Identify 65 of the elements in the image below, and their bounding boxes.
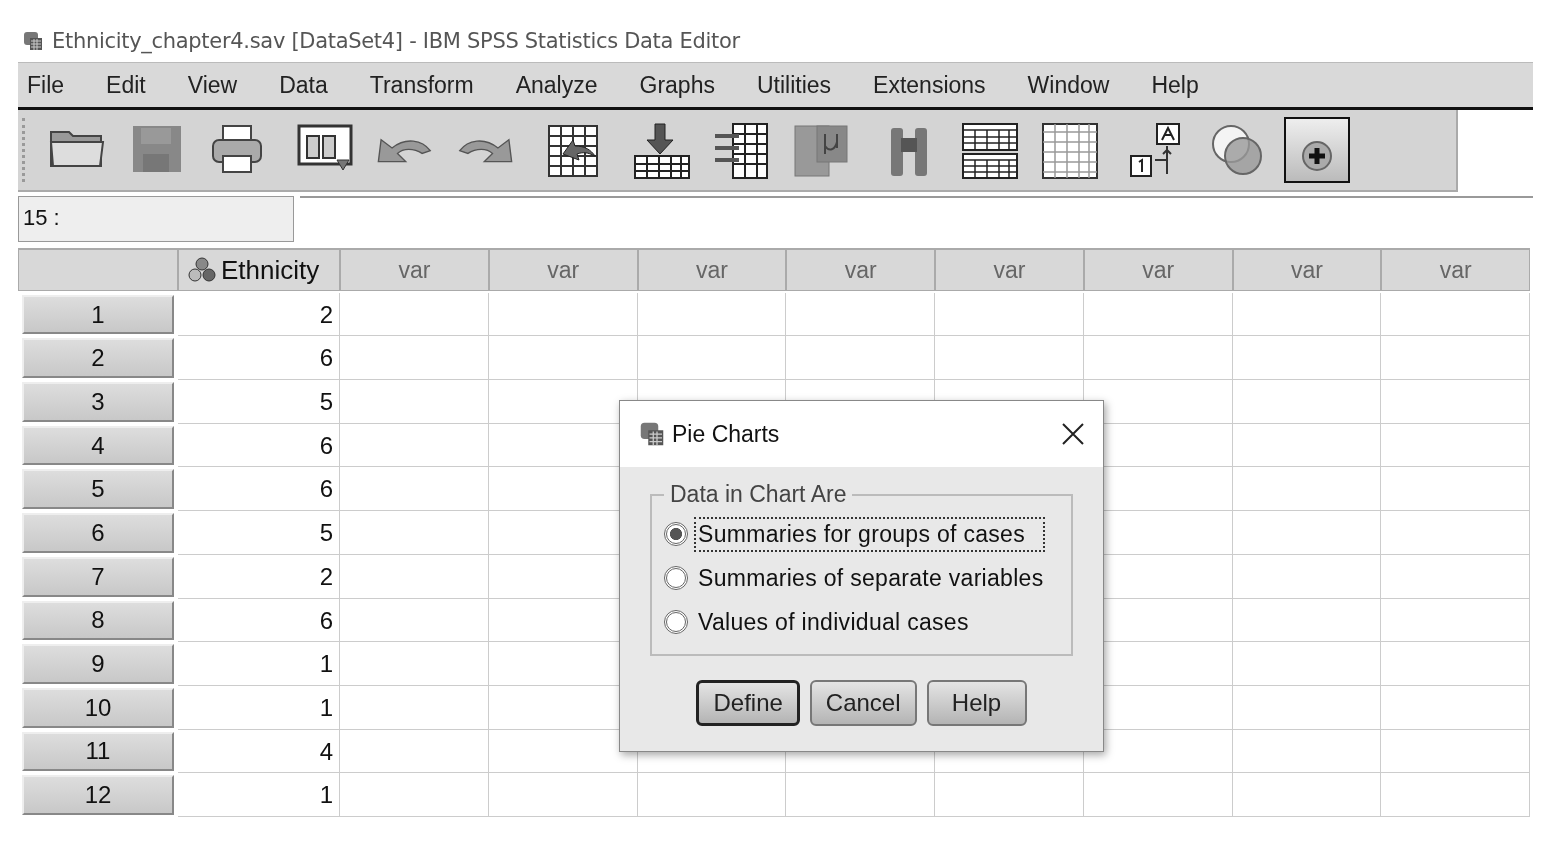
menu-item[interactable]: Extensions [873,71,986,99]
row-header[interactable]: 12 [22,775,174,815]
row-header[interactable]: 5 [22,469,174,510]
table-cell: 6 [178,423,340,468]
radio-button[interactable] [664,566,688,590]
dialog-button[interactable]: Define [696,680,800,726]
menu-item[interactable]: View [187,71,238,99]
row-header[interactable]: 11 [22,731,174,772]
menu-item[interactable]: Data [279,71,328,99]
row-header[interactable]: 7 [22,556,174,597]
menu-item[interactable]: Transform [369,71,474,99]
table-cell: 2 [178,292,340,337]
column-header[interactable]: var [935,249,1084,291]
column-header[interactable]: var [1232,249,1382,291]
menu-item[interactable]: Graphs [639,71,715,99]
dialog-button[interactable]: Cancel [809,680,917,726]
menu-item[interactable]: Help [1151,71,1199,99]
table-cell: 4 [178,729,340,774]
column-header[interactable]: var [637,249,787,291]
undo-arrow-icon [377,137,433,163]
column-header[interactable]: var [488,249,638,291]
table-down-arrow-icon [631,120,691,180]
dialog-button[interactable]: Help [926,680,1027,726]
menu-item[interactable]: File [27,71,65,99]
row-header[interactable]: 4 [22,425,174,466]
table-cell: 6 [178,467,340,512]
cell-reference-field[interactable]: 15 : [18,196,294,242]
column-header[interactable]: var [1381,249,1530,291]
row-header[interactable]: 9 [22,644,174,684]
menu-item[interactable]: Analyze [515,71,598,99]
radio-button[interactable] [664,522,688,546]
toolbar-button[interactable] [1284,117,1350,183]
column-header[interactable]: var [786,249,935,291]
nominal-variable-icon [187,256,217,284]
table-cell: 1 [178,685,340,730]
window-title: Ethnicity_chapter4.sav [DataSet4] - IBM SPSS Statistics Data Editor [52,29,740,53]
menu-item[interactable]: Edit [106,71,146,99]
table-cell: 6 [178,336,340,381]
dialog-title: Pie Charts [672,420,781,448]
column-header-text: Ethnicity [221,254,320,286]
table-cell: 5 [178,511,340,555]
row-header[interactable]: 6 [22,513,174,553]
row-header[interactable]: 10 [22,687,174,728]
row-header[interactable]: 2 [22,338,174,379]
column-header[interactable]: var [1083,249,1233,291]
group-label: Data in Chart Are [669,481,848,508]
column-header[interactable]: Ethnicity [178,249,340,291]
radio-button[interactable] [664,610,688,634]
table-cell: 2 [178,554,340,599]
row-header[interactable]: 3 [22,382,174,422]
menu-item[interactable]: Window [1027,71,1110,99]
table-cell: 5 [178,380,340,424]
table-cell: 1 [178,642,340,686]
redo-arrow-icon [457,137,513,163]
row-header[interactable]: 1 [22,294,174,335]
radio-label[interactable]: Summaries for groups of cases [694,516,1045,552]
split-table-icon [959,120,1019,180]
table-cell: 1 [178,773,340,817]
row-header[interactable]: 8 [22,600,174,641]
radio-label[interactable]: Values of individual cases [694,604,973,640]
menu-item[interactable]: Utilities [756,71,832,99]
radio-label[interactable]: Summaries of separate variables [694,560,1048,596]
column-header[interactable]: var [340,249,489,291]
table-cell: 6 [178,598,340,643]
table-icon [1039,120,1099,180]
